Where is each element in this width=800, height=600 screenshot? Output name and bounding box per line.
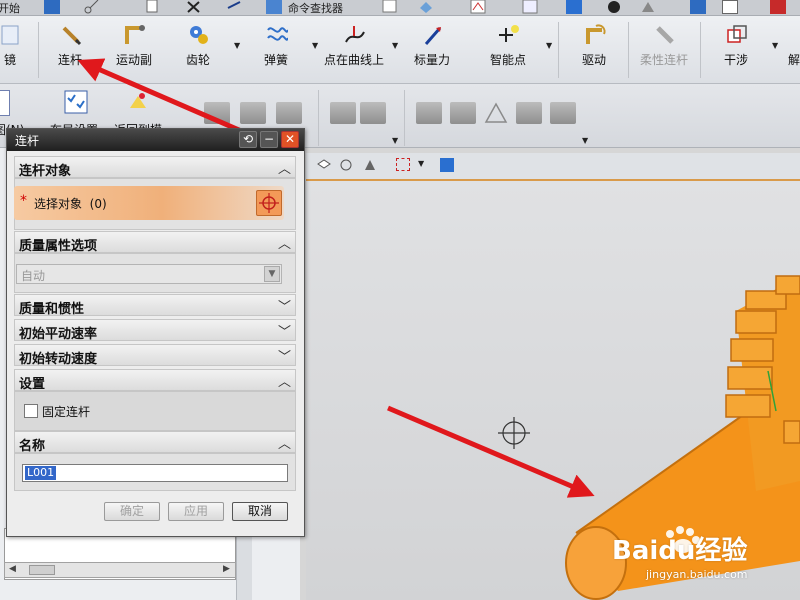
mass-mode-select[interactable]: 自动 ▼ xyxy=(16,264,282,284)
section-title: 初始转动速度 xyxy=(19,352,98,367)
section-title: 连杆对象 xyxy=(19,164,72,179)
watermark-logo-text: Baidu经验 xyxy=(612,536,748,566)
section-title: 设置 xyxy=(19,377,46,392)
select-object-button[interactable] xyxy=(256,190,282,216)
section-name[interactable]: 名称 ︿ xyxy=(14,431,296,454)
expand-chevron-icon[interactable]: ﹀ xyxy=(278,346,291,365)
cancel-button[interactable]: 取消 xyxy=(232,502,288,521)
section-link-object[interactable]: 连杆对象 ︿ xyxy=(14,156,296,179)
section-title: 质量属性选项 xyxy=(19,239,98,254)
name-value: L001 xyxy=(25,466,57,480)
fix-link-label: 固定连杆 xyxy=(42,405,91,419)
mass-mode-value: 自动 xyxy=(21,269,46,283)
section-title: 初始平动速率 xyxy=(19,327,98,342)
ok-button[interactable]: 确定 xyxy=(104,502,160,521)
section-title: 质量和惯性 xyxy=(19,302,85,317)
fix-link-checkbox[interactable] xyxy=(24,404,38,418)
name-input[interactable]: L001 xyxy=(22,464,288,482)
arrow-to-shaft xyxy=(387,405,595,498)
dialog-title-bar[interactable]: 连杆 ⟲ − ✕ xyxy=(7,129,304,151)
section-settings[interactable]: 设置 ︿ xyxy=(14,369,296,392)
minimize-icon[interactable]: − xyxy=(260,131,278,148)
section-mass-property-options[interactable]: 质量属性选项 ︿ xyxy=(14,231,296,254)
collapse-chevron-icon[interactable]: ︿ xyxy=(278,158,291,177)
section-initial-rotational-velocity[interactable]: 初始转动速度 ﹀ xyxy=(14,344,296,367)
section-initial-translational-velocity[interactable]: 初始平动速率 ﹀ xyxy=(14,319,296,342)
expand-chevron-icon[interactable]: ﹀ xyxy=(278,296,291,315)
reset-icon[interactable]: ⟲ xyxy=(239,131,257,148)
collapse-chevron-icon[interactable]: ︿ xyxy=(278,371,291,390)
collapse-chevron-icon[interactable]: ︿ xyxy=(278,433,291,452)
close-icon[interactable]: ✕ xyxy=(281,131,299,148)
expand-chevron-icon[interactable]: ﹀ xyxy=(278,321,291,340)
select-object-count: (0) xyxy=(89,197,107,211)
select-object-row[interactable]: * 选择对象 (0) xyxy=(14,186,284,220)
chevron-down-icon[interactable]: ▼ xyxy=(264,266,280,282)
section-title: 名称 xyxy=(19,439,46,454)
section-mass-and-inertia[interactable]: 质量和惯性 ﹀ xyxy=(14,294,296,317)
required-marker: * xyxy=(20,193,27,209)
collapse-chevron-icon[interactable]: ︿ xyxy=(278,233,291,252)
crosshair-icon xyxy=(259,193,279,213)
dialog-title: 连杆 xyxy=(15,134,40,148)
apply-button[interactable]: 应用 xyxy=(168,502,224,521)
watermark-url: jingyan.baidu.com xyxy=(646,568,748,581)
select-object-label: 选择对象 (0) xyxy=(34,197,107,211)
baidu-watermark: Baidu经验 jingyan.baidu.com xyxy=(610,520,790,590)
